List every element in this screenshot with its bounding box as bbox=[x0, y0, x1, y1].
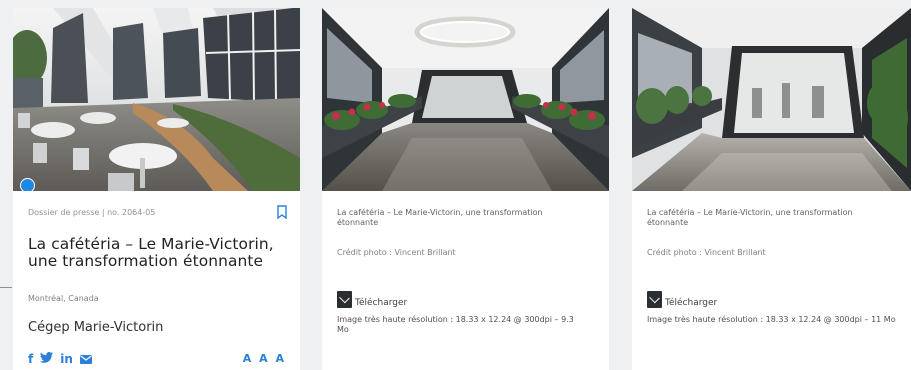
photo-credit: Crédit photo : Vincent Brillant bbox=[647, 248, 766, 257]
image-resolution: Image très haute résolution : 18.33 x 12… bbox=[647, 315, 896, 324]
divider bbox=[0, 287, 12, 288]
linkedin-icon[interactable]: in bbox=[60, 352, 73, 366]
photo-credit: Crédit photo : Vincent Brillant bbox=[337, 248, 456, 257]
social-share-bar: f in bbox=[28, 352, 92, 366]
mail-icon[interactable] bbox=[79, 354, 92, 364]
press-release-card[interactable]: Dossier de presse | no. 2064-05 La cafét… bbox=[13, 8, 300, 370]
cafeteria-interior-image bbox=[13, 8, 300, 191]
photo-card[interactable]: La cafétéria – Le Marie-Victorin, une tr… bbox=[632, 8, 911, 370]
facebook-icon[interactable]: f bbox=[28, 352, 33, 366]
corridor-photo[interactable] bbox=[632, 8, 911, 191]
download-button[interactable]: Télécharger bbox=[337, 291, 407, 308]
photo-caption: La cafétéria – Le Marie-Victorin, une tr… bbox=[647, 208, 853, 227]
article-title[interactable]: La cafétéria – Le Marie-Victorin, une tr… bbox=[28, 236, 300, 270]
download-button[interactable]: Télécharger bbox=[647, 291, 717, 308]
press-release-meta: Dossier de presse | no. 2064-05 bbox=[28, 205, 288, 222]
bookmark-icon[interactable] bbox=[276, 205, 288, 219]
cafeteria-photo[interactable] bbox=[13, 8, 300, 191]
article-location: Montréal, Canada bbox=[28, 294, 99, 303]
corridor-image bbox=[632, 8, 911, 191]
download-icon[interactable] bbox=[647, 291, 662, 308]
corridor-photo[interactable] bbox=[322, 8, 609, 191]
image-resolution: Image très haute résolution : 18.33 x 12… bbox=[337, 315, 574, 334]
press-release-number: Dossier de presse | no. 2064-05 bbox=[28, 208, 156, 217]
press-gallery: Dossier de presse | no. 2064-05 La cafét… bbox=[0, 0, 911, 370]
organization-name[interactable]: Cégep Marie-Victorin bbox=[28, 320, 163, 335]
download-label[interactable]: Télécharger bbox=[665, 298, 717, 308]
status-dot-icon bbox=[20, 178, 35, 191]
twitter-icon[interactable] bbox=[40, 352, 54, 366]
download-icon[interactable] bbox=[337, 291, 352, 308]
photo-caption: La cafétéria – Le Marie-Victorin, une tr… bbox=[337, 208, 543, 227]
photo-card[interactable]: La cafétéria – Le Marie-Victorin, une tr… bbox=[322, 8, 609, 370]
download-label[interactable]: Télécharger bbox=[355, 298, 407, 308]
corridor-image bbox=[322, 8, 609, 191]
font-size-control[interactable]: A A A bbox=[243, 352, 286, 365]
